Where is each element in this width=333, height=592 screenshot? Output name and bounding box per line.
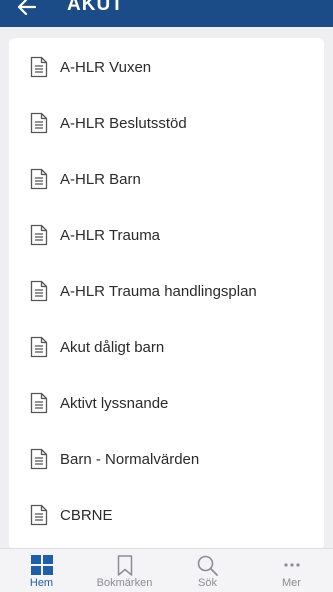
document-icon — [30, 280, 48, 302]
nav-item-home[interactable]: Hem — [0, 549, 83, 592]
back-button[interactable] — [14, 0, 40, 18]
document-icon — [30, 56, 48, 78]
bookmark-icon — [117, 554, 132, 576]
nav-label-bookmarks: Bokmärken — [96, 577, 153, 589]
document-icon — [30, 504, 48, 526]
page-title: AKUT — [67, 0, 124, 15]
list-item-cbrne[interactable]: CBRNE — [9, 487, 324, 543]
nav-label-home: Hem — [29, 577, 54, 589]
list-item-barn-normalvarden[interactable]: Barn - Normalvärden — [9, 431, 324, 487]
document-icon — [30, 448, 48, 470]
arrow-left-icon — [18, 0, 36, 15]
list-item-a-hlr-beslutsstod[interactable]: A-HLR Beslutsstöd — [9, 95, 324, 151]
nav-item-more[interactable]: Mer — [250, 549, 333, 592]
list-item-a-hlr-trauma[interactable]: A-HLR Trauma — [9, 207, 324, 263]
nav-label-search: Sök — [198, 577, 217, 589]
document-icon — [30, 224, 48, 246]
list-item-label: A-HLR Trauma handlingsplan — [60, 282, 257, 300]
app-bar: AKUT — [0, 0, 333, 27]
document-icon — [30, 112, 48, 134]
bottom-navigation: Hem Bokmärken Sök Mer — [0, 548, 333, 592]
document-list: A-HLR Vuxen A-HLR Beslutsstöd A-HLR Barn… — [9, 38, 324, 550]
grid-icon — [30, 555, 53, 575]
document-icon — [30, 392, 48, 414]
list-item-label: A-HLR Beslutsstöd — [60, 114, 187, 132]
list-item-label: A-HLR Vuxen — [60, 58, 152, 76]
search-icon — [197, 555, 218, 576]
document-icon — [30, 168, 48, 190]
list-item-a-hlr-trauma-handlingsplan[interactable]: A-HLR Trauma handlingsplan — [9, 263, 324, 319]
list-item-label: A-HLR Trauma — [60, 226, 161, 244]
nav-label-more: Mer — [282, 577, 301, 589]
list-item-label: CBRNE — [60, 506, 113, 524]
nav-item-search[interactable]: Sök — [166, 549, 249, 592]
list-item-akut-daligt-barn[interactable]: Akut dåligt barn — [9, 319, 324, 375]
list-item-aktivt-lyssnande[interactable]: Aktivt lyssnande — [9, 375, 324, 431]
list-item-label: Barn - Normalvärden — [60, 450, 200, 468]
list-item-a-hlr-barn[interactable]: A-HLR Barn — [9, 151, 324, 207]
list-item-a-hlr-vuxen[interactable]: A-HLR Vuxen — [9, 39, 324, 95]
list-item-label: Akut dåligt barn — [60, 338, 165, 356]
list-item-label: Aktivt lyssnande — [60, 394, 169, 412]
document-icon — [30, 336, 48, 358]
nav-item-bookmarks[interactable]: Bokmärken — [83, 549, 166, 592]
more-icon — [283, 563, 300, 567]
list-item-label: A-HLR Barn — [60, 170, 141, 188]
